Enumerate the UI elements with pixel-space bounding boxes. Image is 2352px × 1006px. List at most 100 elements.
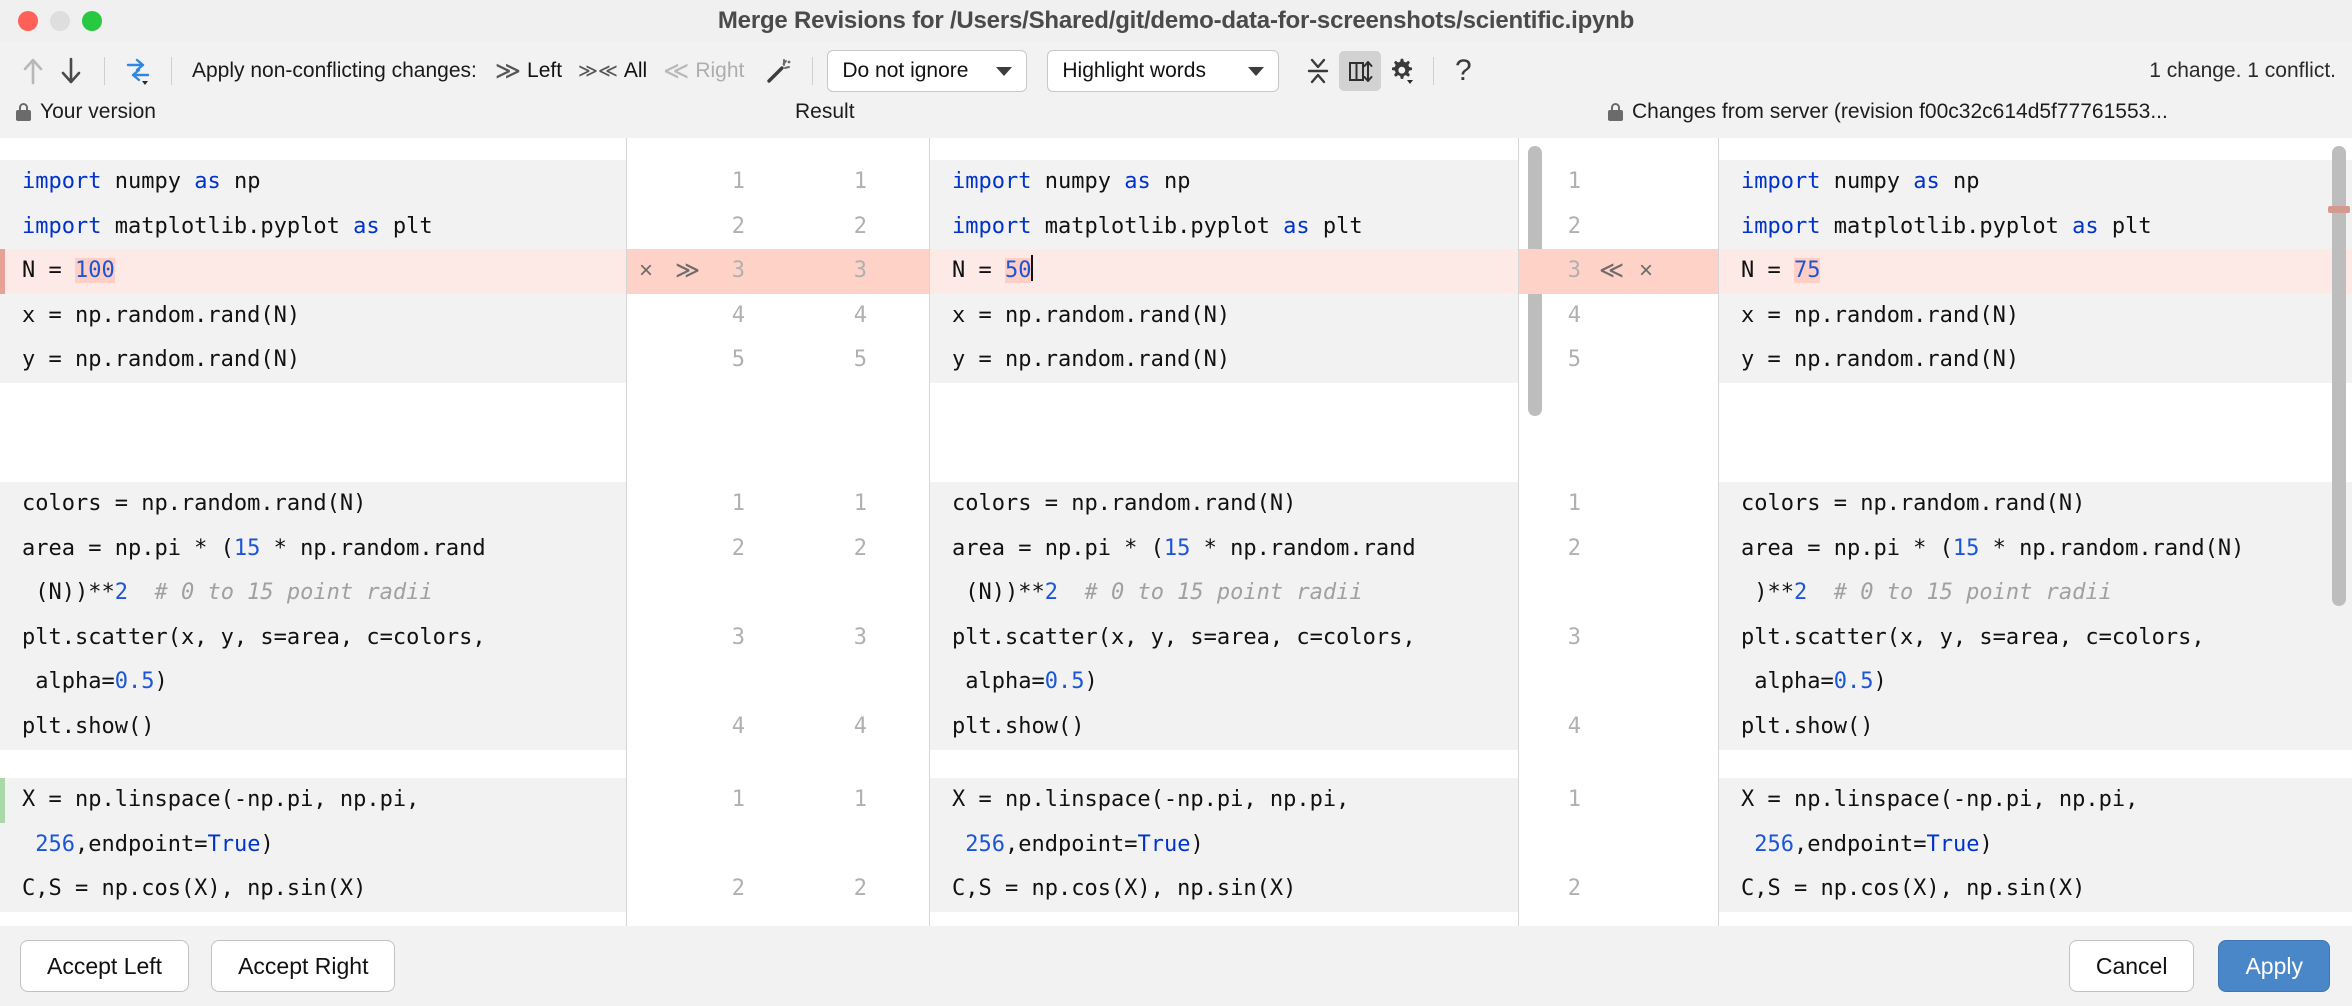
result-line-number: 2	[827, 527, 867, 572]
code-line[interactable]: (N))**2 # 0 to 15 point radii	[930, 571, 1519, 616]
apply-left-button[interactable]: ≫ Left	[487, 57, 570, 86]
code-line[interactable]: import numpy as np	[0, 160, 627, 205]
code-line[interactable]: N = 50	[930, 249, 1519, 294]
left-center-gutter[interactable]: 1122×≫334455112233441122	[627, 138, 930, 926]
ignore-policy-dropdown[interactable]: Do not ignore	[827, 50, 1027, 92]
right-line-number	[1541, 571, 1581, 616]
code-line[interactable]: plt.scatter(x, y, s=area, c=colors,	[1719, 616, 2352, 661]
result-line-number: 4	[827, 294, 867, 339]
code-token: # 0 to 15 point radii	[1084, 580, 1362, 605]
result-line-number: 4	[827, 705, 867, 750]
left-pane[interactable]: import numpy as npimport matplotlib.pypl…	[0, 138, 627, 926]
code-line[interactable]: X = np.linspace(-np.pi, np.pi,	[930, 778, 1519, 823]
code-line[interactable]: N = 100	[0, 249, 627, 294]
code-line[interactable]: plt.show()	[930, 705, 1519, 750]
gutter-row: 1	[1519, 482, 1719, 527]
code-line[interactable]: colors = np.random.rand(N)	[0, 482, 627, 527]
center-right-gutter[interactable]: 123≪×45123412	[1519, 138, 1719, 926]
code-line[interactable]: C,S = np.cos(X), np.sin(X)	[1719, 867, 2352, 912]
code-line[interactable]: import matplotlib.pyplot as plt	[1719, 205, 2352, 250]
gutter-row: 11	[627, 482, 930, 527]
right-pane-scrollbar[interactable]	[2332, 146, 2346, 606]
code-line[interactable]: )**2 # 0 to 15 point radii	[1719, 571, 2352, 616]
lock-icon	[16, 103, 31, 121]
gutter-block: 12	[1519, 778, 1719, 912]
code-block: X = np.linspace(-np.pi, np.pi, 256,endpo…	[930, 778, 1519, 912]
code-token: C,S = np.cos(X), np.sin(X)	[1741, 876, 2085, 901]
code-line[interactable]: import numpy as np	[930, 160, 1519, 205]
result-pane[interactable]: import numpy as npimport matplotlib.pypl…	[930, 138, 1519, 926]
code-block: colors = np.random.rand(N)area = np.pi *…	[930, 482, 1519, 750]
code-token: ,endpoint=	[1005, 832, 1137, 857]
code-line[interactable]: alpha=0.5)	[0, 660, 627, 705]
code-line[interactable]: plt.scatter(x, y, s=area, c=colors,	[0, 616, 627, 661]
accept-left-button[interactable]: Accept Left	[20, 940, 189, 992]
cancel-button[interactable]: Cancel	[2069, 940, 2195, 992]
apply-left-label: Left	[527, 59, 562, 83]
previous-difference-icon[interactable]	[14, 52, 52, 90]
code-line[interactable]: plt.scatter(x, y, s=area, c=colors,	[930, 616, 1519, 661]
reject-change-icon[interactable]: ×	[1639, 249, 1653, 294]
right-line-number: 2	[1541, 527, 1581, 572]
collapse-unchanged-icon[interactable]	[1297, 51, 1339, 91]
code-line[interactable]: area = np.pi * (15 * np.random.rand(N)	[1719, 527, 2352, 572]
code-line[interactable]: 256,endpoint=True)	[0, 823, 627, 868]
code-line[interactable]: colors = np.random.rand(N)	[1719, 482, 2352, 527]
accept-right-button[interactable]: Accept Right	[211, 940, 395, 992]
editor-layout-icon[interactable]	[1339, 51, 1381, 91]
resolve-conflicts-icon[interactable]	[119, 52, 157, 90]
code-line[interactable]: 256,endpoint=True)	[1719, 823, 2352, 868]
code-token: 256	[965, 832, 1005, 857]
highlight-mode-dropdown[interactable]: Highlight words	[1047, 50, 1279, 92]
apply-right-button[interactable]: ≪ Right	[655, 57, 752, 86]
code-line[interactable]: x = np.random.rand(N)	[1719, 294, 2352, 339]
code-line[interactable]: plt.show()	[0, 705, 627, 750]
help-icon[interactable]: ?	[1444, 52, 1482, 90]
code-token: import	[1741, 169, 1820, 194]
reject-change-icon[interactable]: ×	[639, 249, 653, 294]
code-line[interactable]: import matplotlib.pyplot as plt	[930, 205, 1519, 250]
code-line[interactable]: 256,endpoint=True)	[930, 823, 1519, 868]
code-line[interactable]: import matplotlib.pyplot as plt	[0, 205, 627, 250]
code-line[interactable]: C,S = np.cos(X), np.sin(X)	[0, 867, 627, 912]
gear-icon[interactable]	[1381, 51, 1423, 91]
apply-button[interactable]: Apply	[2218, 940, 2330, 992]
toolbar: Apply non-conflicting changes: ≫ Left ≫≪…	[0, 42, 2352, 100]
code-line[interactable]: alpha=0.5)	[1719, 660, 2352, 705]
code-token: alpha=	[952, 669, 1045, 694]
code-token: X = np.linspace(-np.pi, np.pi,	[1741, 787, 2138, 812]
code-line[interactable]: y = np.random.rand(N)	[1719, 338, 2352, 383]
code-line[interactable]: x = np.random.rand(N)	[930, 294, 1519, 339]
gutter-row	[1519, 660, 1719, 705]
code-line[interactable]: colors = np.random.rand(N)	[930, 482, 1519, 527]
code-token: )	[1979, 832, 1992, 857]
accept-left-change-icon[interactable]: ≫	[675, 249, 700, 294]
code-token: plt.scatter(x, y, s=area, c=colors,	[952, 625, 1416, 650]
apply-all-button[interactable]: ≫≪ All	[570, 57, 655, 85]
code-line[interactable]: N = 75	[1719, 249, 2352, 294]
code-line[interactable]: x = np.random.rand(N)	[0, 294, 627, 339]
code-token: 15	[1164, 536, 1191, 561]
code-line[interactable]: X = np.linspace(-np.pi, np.pi,	[0, 778, 627, 823]
code-token: )	[1873, 669, 1886, 694]
code-line[interactable]: X = np.linspace(-np.pi, np.pi,	[1719, 778, 2352, 823]
code-token: 50	[1005, 258, 1032, 283]
accept-right-change-icon[interactable]: ≪	[1599, 249, 1624, 294]
code-block: import numpy as npimport matplotlib.pypl…	[1719, 160, 2352, 383]
right-line-number	[1541, 660, 1581, 705]
next-difference-icon[interactable]	[52, 52, 90, 90]
right-pane[interactable]: import numpy as npimport matplotlib.pypl…	[1719, 138, 2352, 926]
code-token: alpha=	[1741, 669, 1834, 694]
code-line[interactable]: (N))**2 # 0 to 15 point radii	[0, 571, 627, 616]
result-line-number: 2	[827, 205, 867, 250]
magic-wand-icon[interactable]	[760, 52, 798, 90]
code-line[interactable]: area = np.pi * (15 * np.random.rand	[0, 527, 627, 572]
code-line[interactable]: y = np.random.rand(N)	[930, 338, 1519, 383]
code-line[interactable]: import numpy as np	[1719, 160, 2352, 205]
code-line[interactable]: C,S = np.cos(X), np.sin(X)	[930, 867, 1519, 912]
code-line[interactable]: alpha=0.5)	[930, 660, 1519, 705]
code-line[interactable]: plt.show()	[1719, 705, 2352, 750]
code-line[interactable]: area = np.pi * (15 * np.random.rand	[930, 527, 1519, 572]
code-line[interactable]: y = np.random.rand(N)	[0, 338, 627, 383]
text-caret	[1031, 255, 1033, 281]
